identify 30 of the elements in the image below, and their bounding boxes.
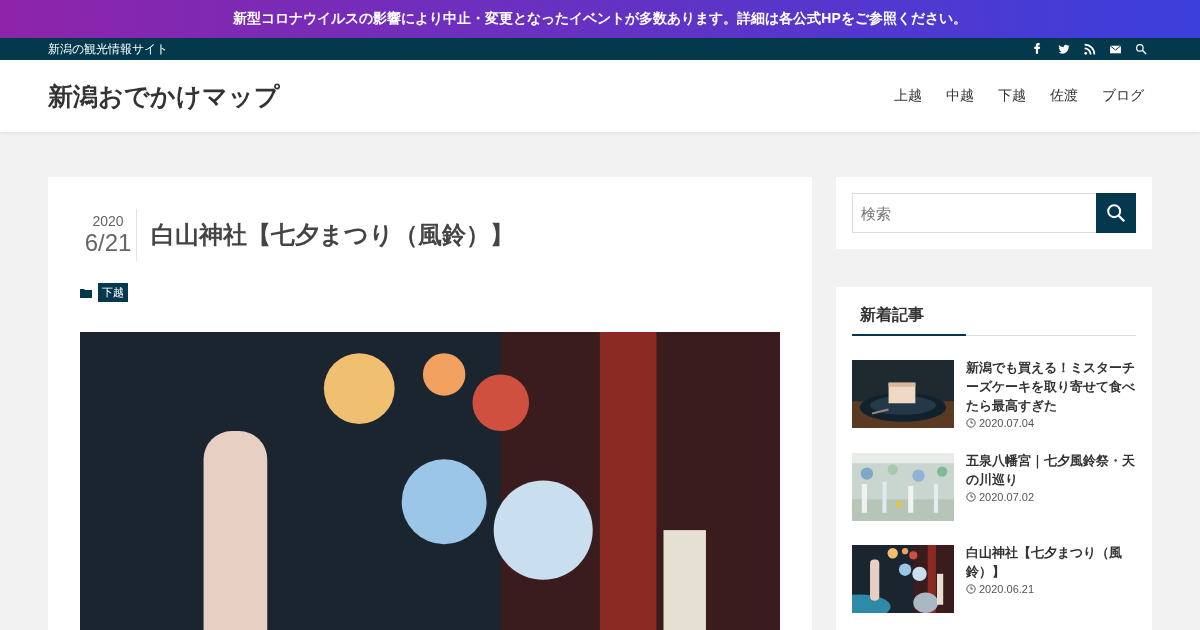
post-date: 2020.07.04	[979, 417, 1035, 429]
clock-icon	[966, 418, 976, 428]
nav-link[interactable]: 中越	[938, 81, 982, 111]
rss-icon[interactable]	[1083, 42, 1096, 56]
folder-icon	[80, 287, 92, 298]
bird-icon[interactable]	[1057, 42, 1070, 56]
nav-link[interactable]: 上越	[886, 81, 930, 111]
category-tag[interactable]: 下越	[98, 283, 128, 302]
nav-link[interactable]: 佐渡	[1042, 81, 1086, 111]
post-date: 2020.07.02	[979, 491, 1035, 503]
post-year: 2020	[92, 213, 124, 229]
post-date: 2020.06.21	[979, 583, 1035, 595]
search-button[interactable]	[1096, 193, 1136, 233]
nav-link[interactable]: 下越	[990, 81, 1034, 111]
widget-heading: 新着記事	[852, 301, 966, 336]
clock-icon	[966, 584, 976, 594]
announcement-text: 新型コロナウイルスの影響により中止・変更となったイベントが多数あります。詳細は各公式HPをご参照ください。	[233, 10, 967, 28]
search-icon	[1105, 202, 1127, 224]
post-date: 6/21	[84, 229, 132, 257]
article-title: 白山神社【七夕まつり（風鈴）】	[151, 220, 514, 250]
post-title[interactable]: 白山神社【七夕まつり（風鈴）】	[966, 543, 1136, 581]
nav-link[interactable]: ブログ	[1094, 81, 1152, 111]
post-title[interactable]: 五泉八幡宮｜七夕風鈴祭・天の川巡り	[966, 451, 1136, 489]
site-tagline: 新潟の観光情報サイト	[48, 40, 168, 58]
clock-icon	[966, 492, 976, 502]
search-icon[interactable]	[1135, 42, 1148, 56]
mail-icon[interactable]	[1109, 42, 1122, 56]
post-title[interactable]: 新潟でも買える！ミスターチーズケーキを取り寄せて食べたら最高すぎた	[966, 358, 1136, 415]
search-field[interactable]: 検索	[852, 193, 1096, 233]
site-title[interactable]: 新潟おでかけマップ	[48, 79, 280, 113]
